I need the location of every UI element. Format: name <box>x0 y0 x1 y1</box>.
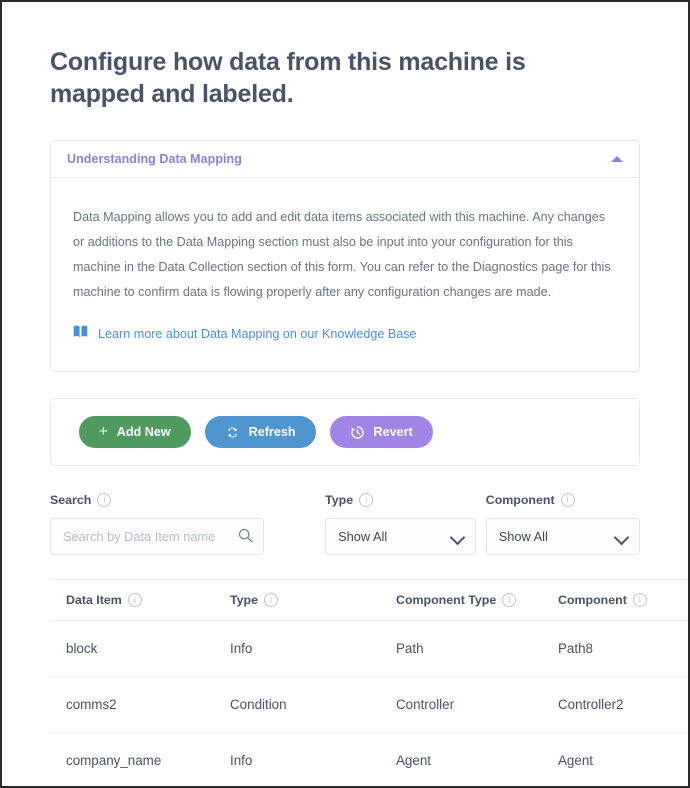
accordion-description: Data Mapping allows you to add and edit … <box>73 210 611 299</box>
component-select[interactable]: Show All <box>485 518 641 555</box>
table-header-row: Data Item i Type i Component Type i Comp… <box>50 579 688 621</box>
type-selected-value: Show All <box>338 529 388 544</box>
refresh-icon <box>225 425 240 440</box>
filter-row: Search i Type i <box>50 493 641 555</box>
accordion-body: Data Mapping allows you to add and edit … <box>51 178 639 371</box>
understanding-data-mapping-panel: Understanding Data Mapping Data Mapping … <box>50 140 640 372</box>
cell-component-type: Controller <box>380 676 542 733</box>
info-icon[interactable]: i <box>502 593 517 607</box>
info-icon[interactable]: i <box>264 593 278 607</box>
screenshot-frame: Configure how data from this machine is … <box>0 0 690 788</box>
caret-up-icon[interactable] <box>611 156 623 162</box>
column-label: Component <box>558 593 627 607</box>
search-icon[interactable] <box>238 528 253 548</box>
table-head: Data Item i Type i Component Type i Comp… <box>50 579 688 621</box>
history-icon <box>350 425 365 440</box>
info-icon[interactable]: i <box>560 493 575 507</box>
cell-data-item: comms2 <box>50 676 214 733</box>
info-icon[interactable]: i <box>632 593 647 607</box>
column-header-type[interactable]: Type i <box>214 579 380 621</box>
info-icon[interactable]: i <box>127 593 142 607</box>
search-label: Search <box>50 493 92 507</box>
accordion-title: Understanding Data Mapping <box>67 152 242 166</box>
table-body: block Info Path Path8 comms2 Condition C… <box>50 620 688 786</box>
revert-label: Revert <box>373 425 413 439</box>
cell-data-item: company_name <box>50 732 214 786</box>
refresh-button[interactable]: Refresh <box>204 416 316 448</box>
plus-icon: + <box>99 423 108 440</box>
type-select[interactable]: Show All <box>325 518 476 555</box>
cell-type: Condition <box>214 676 380 733</box>
cell-component: Controller2 <box>542 676 688 733</box>
type-label-row: Type i <box>325 493 476 507</box>
column-header-component[interactable]: Component i <box>542 579 688 621</box>
info-icon[interactable]: i <box>97 493 112 507</box>
action-toolbar: + Add New Refresh Revert <box>50 398 640 466</box>
component-selected-value: Show All <box>498 529 548 544</box>
refresh-label: Refresh <box>248 425 296 439</box>
cell-type: Info <box>214 620 380 677</box>
component-select-wrap: Show All <box>485 518 641 555</box>
table-row[interactable]: comms2 Condition Controller Controller2 <box>50 676 688 733</box>
data-mapping-table: Data Item i Type i Component Type i Comp… <box>50 579 688 786</box>
column-header-component-type[interactable]: Component Type i <box>380 579 542 621</box>
type-filter: Type i Show All <box>325 493 476 555</box>
page-title: Configure how data from this machine is … <box>50 48 526 108</box>
component-label-row: Component i <box>486 493 640 507</box>
info-icon[interactable]: i <box>359 493 374 507</box>
component-label: Component <box>485 493 555 507</box>
column-header-data-item[interactable]: Data Item i <box>50 579 214 621</box>
type-label: Type <box>325 493 354 507</box>
column-label: Data Item <box>66 593 122 607</box>
search-label-row: Search i <box>50 493 264 507</box>
cell-component-type: Agent <box>380 732 542 786</box>
accordion-header[interactable]: Understanding Data Mapping <box>51 141 639 178</box>
cell-type: Info <box>214 732 380 786</box>
column-label: Type <box>230 593 258 607</box>
search-filter: Search i <box>50 493 265 555</box>
search-input-wrap <box>50 518 265 555</box>
column-label: Component Type <box>396 593 497 607</box>
add-new-button[interactable]: + Add New <box>79 416 191 448</box>
component-filter: Component i Show All <box>485 493 641 555</box>
page-root: Configure how data from this machine is … <box>2 2 688 786</box>
cell-component: Agent <box>542 732 688 786</box>
knowledge-base-link-row: Learn more about Data Mapping on our Kno… <box>73 325 617 343</box>
book-icon <box>73 325 88 343</box>
cell-component: Path8 <box>542 620 688 677</box>
table-row[interactable]: block Info Path Path8 <box>50 620 688 677</box>
search-input[interactable] <box>50 518 265 555</box>
knowledge-base-link[interactable]: Learn more about Data Mapping on our Kno… <box>98 327 417 341</box>
add-new-label: Add New <box>116 425 171 439</box>
cell-data-item: block <box>50 620 214 677</box>
type-select-wrap: Show All <box>325 518 476 555</box>
revert-button[interactable]: Revert <box>329 416 433 448</box>
table-row[interactable]: company_name Info Agent Agent <box>50 732 688 786</box>
cell-component-type: Path <box>380 620 542 677</box>
